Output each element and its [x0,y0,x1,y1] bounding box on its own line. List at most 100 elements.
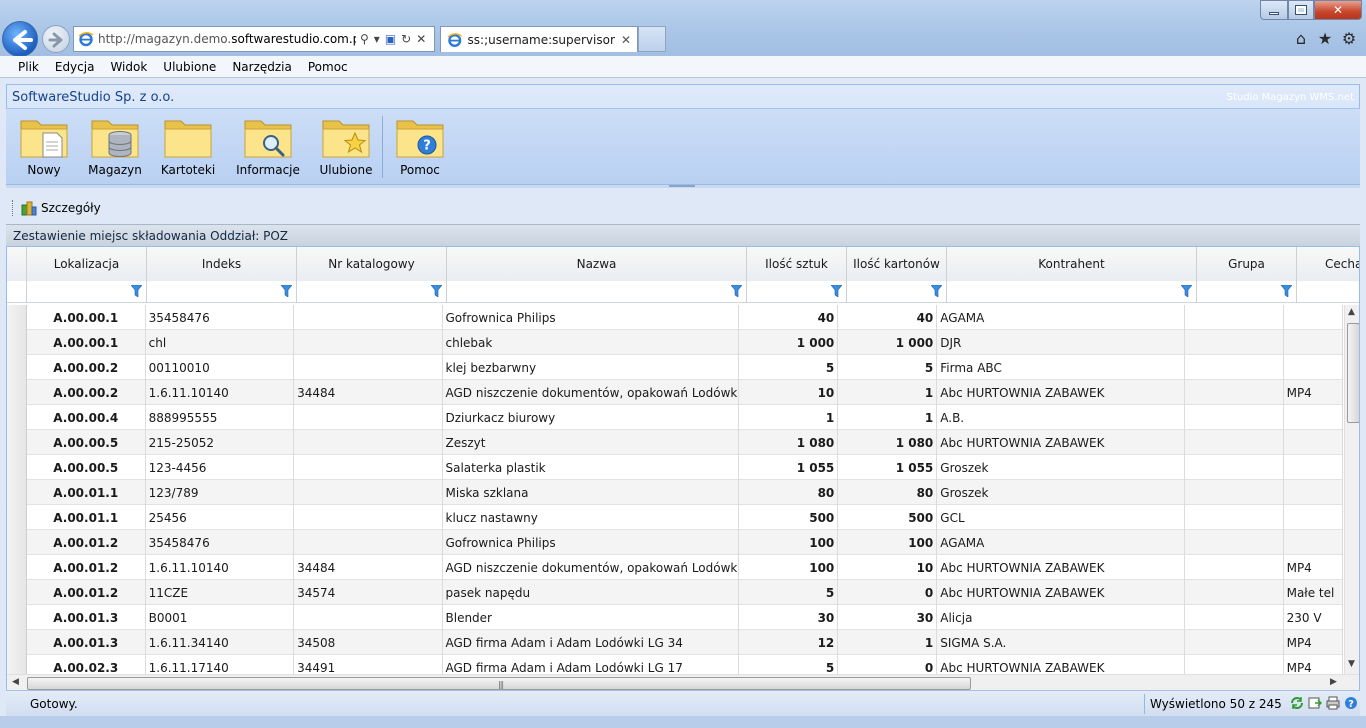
table-row[interactable]: A.00.00.5 215-25052 Zeszyt 1 080 1 080 Abc HU… [7,430,1344,455]
details-button[interactable]: Szczegóły [21,200,101,216]
filter-indeks[interactable] [147,281,297,303]
ribbon-informacje-button[interactable]: Informacje [234,115,302,179]
filter-icon[interactable] [131,285,142,297]
table-row[interactable]: A.00.00.2 1.6.11.10140 34484 AGD niszczenie… [7,380,1344,405]
row-selector[interactable] [7,380,27,405]
filter-icon[interactable] [1281,285,1292,297]
favorites-star-icon[interactable]: ★ [1316,30,1334,48]
table-row[interactable]: A.00.00.5 123-4456 Salaterka plastik 1 055 1… [7,455,1344,480]
filter-ilosc-sztuk[interactable] [747,281,847,303]
filter-icon[interactable] [281,285,292,297]
stop-icon[interactable]: ✕ [416,32,426,46]
home-icon[interactable]: ⌂ [1292,30,1310,48]
ribbon-kartoteki-button[interactable]: Kartoteki [160,115,216,179]
close-window-button[interactable]: ✕ [1314,0,1362,20]
address-bar[interactable]: http://magazyn.demo.softwarestudio.com.p… [73,26,435,52]
scroll-left-icon[interactable]: ◀ [12,677,19,687]
horizontal-scroll-thumb[interactable]: ||| [27,677,971,690]
ribbon-ulubione-label: Ulubione [319,163,373,177]
maximize-button[interactable] [1288,0,1314,20]
filter-nr-katalogowy[interactable] [297,281,447,303]
table-row[interactable]: A.00.00.2 00110010 klej bezbarwny 5 5 Firma A… [7,355,1344,380]
print-icon[interactable] [1326,696,1340,710]
table-row[interactable]: A.00.01.2 11CZE 34574 pasek napędu 5 0 Abc HUR… [7,580,1344,605]
row-selector[interactable] [7,605,27,630]
column-header-ilosc-sztuk[interactable]: Ilość sztuk [747,247,847,281]
tab-close-icon[interactable]: ✕ [621,33,631,47]
row-selector[interactable] [7,630,27,655]
table-row[interactable]: A.00.00.1 chl chlebak 1 000 1 000 DJR [7,330,1344,355]
row-selector[interactable] [7,405,27,430]
table-row[interactable]: A.00.01.1 25456 klucz nastawny 500 500 GCL [7,505,1344,530]
row-selector[interactable] [7,480,27,505]
filter-icon[interactable] [1181,285,1192,297]
column-header-lokalizacja[interactable]: Lokalizacja [27,247,147,281]
column-header-indeks[interactable]: Indeks [147,247,297,281]
tools-gear-icon[interactable]: ⚙ [1340,30,1358,48]
menu-widok[interactable]: Widok [102,60,155,74]
menu-plik[interactable]: Plik [10,60,47,74]
table-row[interactable]: A.00.01.2 1.6.11.10140 34484 AGD niszczenie… [7,555,1344,580]
row-selector[interactable] [7,305,27,330]
row-selector[interactable] [7,555,27,580]
row-selector[interactable] [7,455,27,480]
row-selector[interactable] [7,530,27,555]
export-icon[interactable] [1308,696,1323,710]
search-icon[interactable]: ⚲ [360,32,369,46]
browser-tab[interactable]: ss:;username:supervisor; us... ✕ [440,26,638,52]
filter-kontrahent[interactable] [947,281,1197,303]
filter-icon[interactable] [431,285,442,297]
table-row[interactable]: A.00.01.1 123/789 Miska szklana 80 80 Groszek [7,480,1344,505]
column-header-kontrahent[interactable]: Kontrahent [947,247,1197,281]
row-selector[interactable] [7,580,27,605]
filter-grupa[interactable] [1197,281,1297,303]
table-row[interactable]: A.00.00.4 888995555 Dziurkacz biurowy 1 1 A.B… [7,405,1344,430]
column-header-grupa[interactable]: Grupa [1197,247,1297,281]
help-icon[interactable]: ? [1344,696,1358,710]
new-tab-button[interactable] [638,26,666,52]
column-header-cecha[interactable]: Cecha [1297,247,1359,281]
refresh-icon[interactable]: ↻ [401,32,411,46]
filter-icon[interactable] [831,285,842,297]
forward-button[interactable] [42,25,70,53]
scroll-right-icon[interactable]: ▶ [1330,677,1337,687]
row-selector[interactable] [7,355,27,380]
filter-lokalizacja[interactable] [27,281,147,303]
cell-lokalizacja: A.00.01.3 [27,605,146,630]
menu-pomoc[interactable]: Pomoc [300,60,356,74]
menu-edycja[interactable]: Edycja [47,60,103,74]
scroll-down-icon[interactable]: ▼ [1348,659,1355,669]
minimize-button[interactable] [1260,0,1288,20]
row-selector[interactable] [7,430,27,455]
column-header-nr-katalogowy[interactable]: Nr katalogowy [297,247,447,281]
column-header-nazwa[interactable]: Nazwa [447,247,747,281]
ribbon-magazyn-button[interactable]: Magazyn [88,115,142,179]
dropdown-chevron-icon[interactable]: ▾ [374,32,380,46]
filter-icon[interactable] [731,285,742,297]
table-row[interactable]: A.00.00.1 35458476 Gofrownica Philips 40 40 A… [7,305,1344,330]
horizontal-scrollbar[interactable]: ◀ ||| ▶ [7,674,1359,690]
vertical-scrollbar[interactable]: ▲ ▼ [1344,305,1359,677]
ribbon-nowy-button[interactable]: Nowy [18,115,70,179]
filter-ilosc-kartonow[interactable] [847,281,947,303]
compatibility-view-icon[interactable]: ▣ [385,32,396,46]
panel-splitter[interactable] [6,184,1360,188]
scroll-up-icon[interactable]: ▲ [1348,307,1355,317]
row-selector[interactable] [7,505,27,530]
table-row[interactable]: A.00.01.3 B0001 Blender 30 30 Alicja 230 V [7,605,1344,630]
row-selector[interactable] [7,330,27,355]
menu-ulubione[interactable]: Ulubione [155,60,224,74]
refresh-data-icon[interactable] [1290,696,1304,710]
table-row[interactable]: A.00.01.3 1.6.11.34140 34508 AGD firma Adam… [7,630,1344,655]
ribbon-pomoc-button[interactable]: ? Pomoc [394,115,446,179]
ribbon-ulubione-button[interactable]: Ulubione [318,115,374,179]
vertical-scroll-thumb[interactable] [1347,323,1359,423]
filter-icon[interactable] [931,285,942,297]
filter-cecha[interactable] [1297,281,1359,303]
table-row[interactable]: A.00.01.2 35458476 Gofrownica Philips 100 10… [7,530,1344,555]
cell-grupa [1185,480,1284,505]
filter-nazwa[interactable] [447,281,747,303]
menu-narzedzia[interactable]: Narzędzia [224,60,300,74]
column-header-ilosc-kartonow[interactable]: Ilość kartonów [847,247,947,281]
back-button[interactable] [2,21,38,57]
